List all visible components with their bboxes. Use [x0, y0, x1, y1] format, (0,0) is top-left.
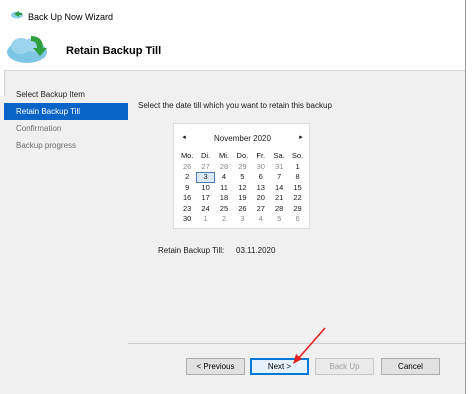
calendar-day[interactable]: 8 — [288, 172, 306, 183]
calendar-day[interactable]: 15 — [288, 183, 306, 194]
window-title: Back Up Now Wizard — [28, 12, 114, 22]
calendar-day-other-month[interactable]: 3 — [233, 214, 251, 225]
title-bar: Back Up Now Wizard — [0, 0, 465, 26]
background-strip — [466, 0, 474, 394]
calendar-week-row: 9 10 11 12 13 14 15 — [178, 183, 307, 194]
calendar-day[interactable]: 30 — [178, 214, 196, 225]
cancel-button[interactable]: Cancel — [381, 358, 440, 375]
calendar-day[interactable]: 4 — [215, 172, 233, 183]
calendar-day[interactable]: 6 — [252, 172, 270, 183]
retain-backup-till-value: 03.11.2020 — [236, 246, 276, 255]
calendar-day[interactable]: 20 — [252, 193, 270, 204]
calendar-day-other-month[interactable]: 30 — [252, 162, 270, 173]
calendar-day[interactable]: 22 — [288, 193, 306, 204]
calendar-weekday: Do. — [236, 151, 249, 160]
calendar-day[interactable]: 16 — [178, 193, 196, 204]
date-picker-calendar[interactable]: ◂ November 2020 ▸ Mo. Di. Mi. Do. Fr. Sa. So. 2… — [173, 123, 310, 229]
wizard-header: Retain Backup Till — [0, 26, 465, 71]
calendar-day-other-month[interactable]: 29 — [233, 162, 251, 173]
step-select-backup-item[interactable]: Select Backup Item — [4, 86, 128, 103]
calendar-weekday: Sa. — [273, 151, 285, 160]
calendar-day[interactable]: 2 — [178, 172, 196, 183]
calendar-weekday-row: Mo. Di. Mi. Do. Fr. Sa. So. — [178, 151, 307, 162]
calendar-day[interactable]: 27 — [252, 204, 270, 215]
calendar-day[interactable]: 10 — [196, 183, 214, 194]
calendar-day-other-month[interactable]: 4 — [252, 214, 270, 225]
step-confirmation: Confirmation — [16, 124, 62, 133]
calendar-week-row: 2345678 — [178, 172, 307, 183]
back-up-button: Back Up — [315, 358, 374, 375]
previous-button[interactable]: < Previous — [186, 358, 245, 375]
calendar-day-other-month[interactable]: 6 — [288, 214, 306, 225]
calendar-grid: Mo. Di. Mi. Do. Fr. Sa. So. 26 27 28 29 30 31 1 2 3 4 5 6 7… — [178, 151, 307, 225]
calendar-day[interactable]: 21 — [270, 193, 288, 204]
calendar-day-other-month[interactable]: 5 — [270, 214, 288, 225]
step-retain-backup-till[interactable]: Retain Backup Till — [4, 103, 128, 120]
calendar-day[interactable]: 18 — [215, 193, 233, 204]
calendar-day-other-month[interactable]: 31 — [270, 162, 288, 173]
footer-divider — [128, 343, 465, 344]
calendar-day[interactable]: 23 — [178, 204, 196, 215]
calendar-day[interactable]: 19 — [233, 193, 251, 204]
calendar-day[interactable]: 9 — [178, 183, 196, 194]
calendar-day[interactable]: 26 — [233, 204, 251, 215]
calendar-day-other-month[interactable]: 26 — [178, 162, 196, 173]
calendar-month-label[interactable]: November 2020 — [174, 134, 311, 143]
calendar-day[interactable]: 5 — [233, 172, 251, 183]
cloud-backup-icon — [3, 30, 51, 66]
step-backup-progress: Backup progress — [16, 141, 77, 150]
next-button[interactable]: Next > — [250, 358, 309, 375]
calendar-week-row: 26 27 28 29 30 31 1 — [178, 162, 307, 173]
calendar-day[interactable]: 1 — [288, 162, 306, 173]
calendar-day[interactable]: 12 — [233, 183, 251, 194]
calendar-day[interactable]: 7 — [270, 172, 288, 183]
calendar-day-other-month[interactable]: 2 — [215, 214, 233, 225]
wizard-steps-nav: Select Backup Item Retain Backup Till Co… — [4, 86, 128, 154]
calendar-weekday: Mo. — [180, 151, 194, 160]
calendar-week-row: 23 24 25 26 27 28 29 — [178, 204, 307, 215]
retain-backup-till-label: Retain Backup Till: — [158, 246, 225, 255]
calendar-day-other-month[interactable]: 28 — [215, 162, 233, 173]
calendar-day[interactable]: 28 — [270, 204, 288, 215]
calendar-week-row: 30 1 2 3 4 5 6 — [178, 214, 307, 225]
calendar-header: ◂ November 2020 ▸ — [174, 133, 311, 145]
calendar-day[interactable]: 11 — [215, 183, 233, 194]
wizard-window: Back Up Now Wizard Retain Backup Till Se… — [0, 0, 466, 394]
calendar-day-selected[interactable]: 3 — [196, 172, 215, 183]
calendar-day[interactable]: 14 — [270, 183, 288, 194]
calendar-weekday: Mi. — [218, 151, 229, 160]
calendar-day-other-month[interactable]: 27 — [196, 162, 214, 173]
calendar-weekday: Di. — [201, 151, 211, 160]
page-title: Retain Backup Till — [66, 45, 162, 57]
calendar-weekday: Fr. — [256, 151, 266, 160]
calendar-weekday: So. — [291, 151, 304, 160]
calendar-day[interactable]: 17 — [196, 193, 214, 204]
calendar-day[interactable]: 24 — [196, 204, 214, 215]
calendar-day[interactable]: 29 — [288, 204, 306, 215]
calendar-week-row: 16 17 18 19 20 21 22 — [178, 193, 307, 204]
calendar-day[interactable]: 25 — [215, 204, 233, 215]
calendar-day[interactable]: 13 — [252, 183, 270, 194]
backup-app-icon — [10, 9, 24, 19]
instruction-text: Select the date till which you want to r… — [138, 101, 332, 110]
next-month-icon[interactable]: ▸ — [296, 133, 306, 141]
calendar-day-other-month[interactable]: 1 — [196, 214, 214, 225]
